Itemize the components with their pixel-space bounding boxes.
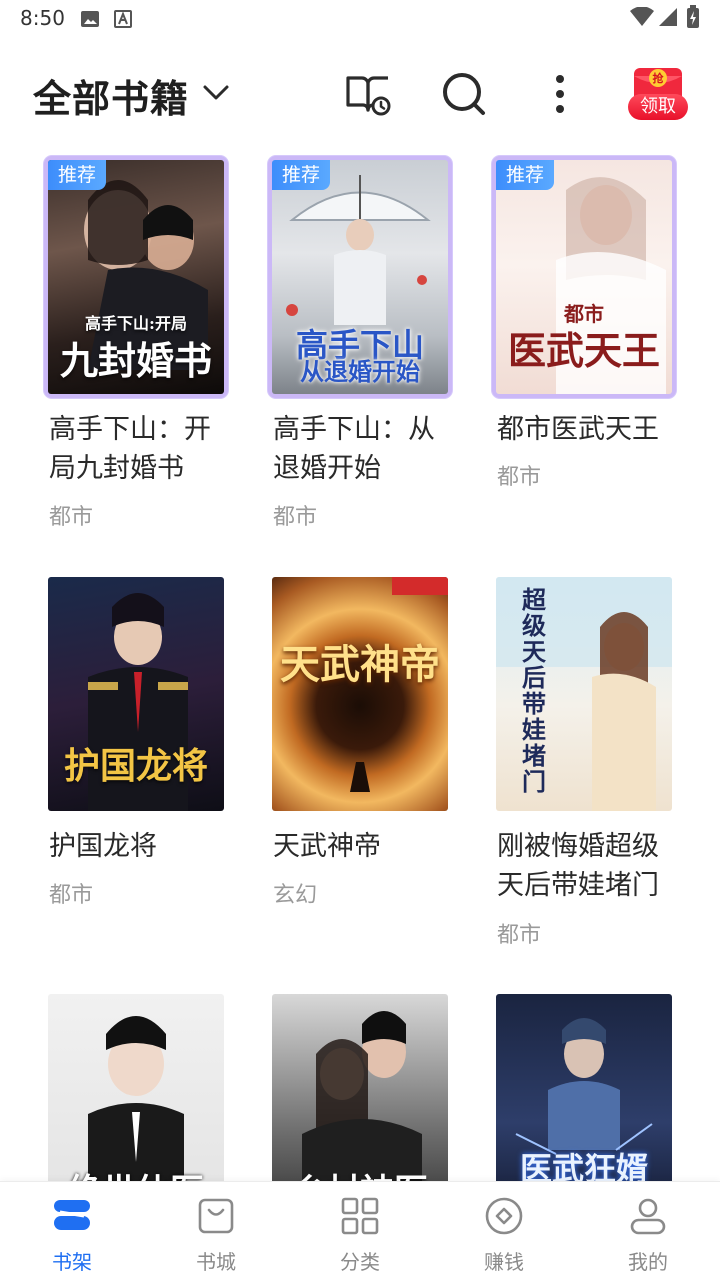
book-cover: 护国龙将	[44, 577, 228, 819]
book-item[interactable]: 推荐 都市 医武天王 都市医武天王 都市	[492, 156, 676, 496]
book-cover: 超级天后带娃堵门	[492, 577, 676, 819]
cover-subtitle: 从退婚开始	[300, 357, 420, 386]
book-cover: 推荐 高手下山 从退婚开始	[268, 156, 452, 398]
coin-icon	[485, 1197, 523, 1235]
nav-store[interactable]: 书城	[156, 1194, 276, 1274]
book-item[interactable]: 医武狂婿	[492, 994, 676, 1228]
nav-profile[interactable]: 我的	[588, 1194, 708, 1274]
book-category: 玄幻	[273, 883, 318, 908]
font-notification-icon	[114, 10, 132, 28]
book-title: 高手下山：从退婚开始	[273, 414, 435, 484]
cover-title: 九封婚书	[59, 338, 212, 383]
nav-label: 分类	[340, 1250, 380, 1274]
book-category: 都市	[49, 505, 94, 530]
book-item[interactable]: 护国龙将 护国龙将 都市	[44, 577, 228, 908]
book-item[interactable]: 绝世仙医	[44, 994, 228, 1228]
cover-title: 医武天王	[507, 328, 660, 373]
page-title: 全部书籍	[33, 77, 190, 121]
nav-bookshelf[interactable]: 书架	[12, 1194, 132, 1274]
book-item[interactable]: 推荐 高手下山:开局 九封婚书 高手下山：开局九封婚书 都市	[44, 156, 228, 536]
nav-label: 赚钱	[484, 1250, 524, 1274]
status-bar: 8:50	[0, 0, 720, 38]
bottom-navigation: 书架 书城 分类 赚钱 我的	[0, 1181, 720, 1281]
more-options-icon[interactable]	[536, 70, 584, 118]
book-cover: 推荐 高手下山:开局 九封婚书	[44, 156, 228, 398]
search-icon[interactable]	[440, 70, 488, 118]
book-category: 都市	[497, 465, 542, 490]
red-packet-claim-button[interactable]: 抢 领取	[622, 62, 692, 124]
status-time: 8:50	[20, 6, 65, 30]
book-title: 天武神帝	[273, 831, 381, 862]
book-item[interactable]: 超级天后带娃堵门 刚被悔婚超级天后带娃堵门 都市	[492, 577, 676, 948]
cover-title: 护国龙将	[63, 745, 208, 787]
nav-label: 书城	[196, 1250, 236, 1274]
reading-history-icon[interactable]	[344, 70, 392, 118]
cover-title: 天武神帝	[280, 641, 440, 688]
battery-charging-icon	[687, 5, 699, 28]
wifi-icon	[630, 7, 654, 26]
app-header: 全部书籍 抢 领取	[0, 60, 720, 130]
book-cover: 推荐 都市 医武天王	[492, 156, 676, 398]
grid-icon	[341, 1197, 379, 1235]
nav-earn[interactable]: 赚钱	[444, 1194, 564, 1274]
book-item[interactable]: 天武神帝 天武神帝 玄幻	[268, 577, 452, 908]
recommend-badge: 推荐	[48, 160, 106, 190]
bookshelf-filter-dropdown[interactable]: 全部书籍	[0, 60, 240, 130]
store-bag-icon	[198, 1198, 234, 1234]
recommend-badge: 推荐	[496, 160, 554, 190]
book-cover: 天武神帝	[268, 577, 452, 819]
nav-label: 我的	[628, 1250, 668, 1274]
recommend-badge: 推荐	[272, 160, 330, 190]
cover-art	[350, 577, 448, 792]
book-item[interactable]: 乡村神医	[268, 994, 452, 1228]
image-notification-icon	[81, 11, 99, 27]
book-title: 高手下山：开局九封婚书	[49, 414, 211, 484]
book-title: 刚被悔婚超级天后带娃堵门	[497, 831, 659, 901]
book-category: 都市	[273, 505, 318, 530]
chevron-down-icon	[203, 85, 229, 100]
book-item[interactable]: 推荐 高手下山 从退婚开始 高手下山：从退婚开始 都市	[268, 156, 452, 536]
book-title: 护国龙将	[49, 831, 157, 862]
nav-category[interactable]: 分类	[300, 1194, 420, 1274]
signal-icon	[659, 8, 677, 26]
cover-title: 超级天后带娃堵门	[522, 585, 546, 796]
book-title: 都市医武天王	[497, 414, 659, 445]
book-category: 都市	[49, 883, 94, 908]
red-packet-badge: 抢	[652, 72, 664, 85]
book-category: 都市	[497, 923, 542, 948]
bookshelf-icon	[54, 1200, 90, 1230]
red-packet-label: 领取	[628, 94, 688, 120]
nav-label: 书架	[52, 1250, 92, 1274]
profile-icon	[630, 1198, 666, 1235]
